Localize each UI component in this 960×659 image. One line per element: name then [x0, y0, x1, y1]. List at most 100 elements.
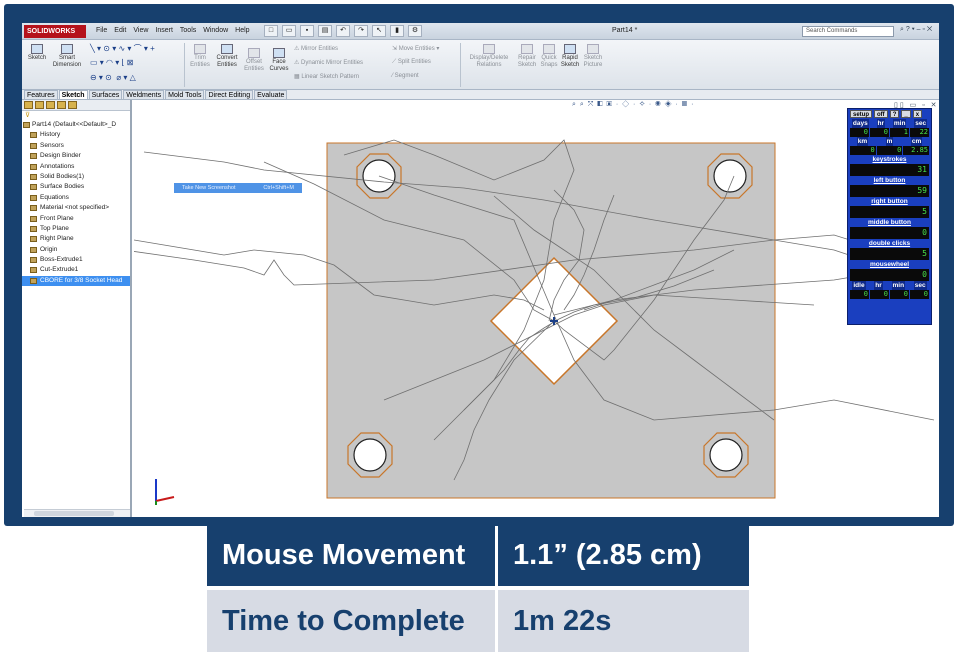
mirror-entities-button[interactable]: ⚠ Mirror Entities	[294, 45, 338, 52]
feature-tree-item[interactable]: History	[22, 130, 130, 140]
slot-tool[interactable]: ⊖ ▾ ⊙ ⌀ ▾ △	[90, 73, 136, 82]
save-icon[interactable]: ▪	[300, 25, 314, 37]
feature-icon	[30, 267, 37, 274]
redo-icon[interactable]: ↷	[354, 25, 368, 37]
search-commands-input[interactable]: Search Commands	[802, 26, 894, 37]
tab-sketch[interactable]: Sketch	[58, 90, 88, 99]
print-icon[interactable]: ▤	[318, 25, 332, 37]
help-button[interactable]: ?	[889, 110, 900, 118]
menu-edit[interactable]: Edit	[114, 27, 126, 34]
feature-tree-item[interactable]: Annotations	[22, 162, 130, 172]
tab-direct-editing[interactable]: Direct Editing	[205, 90, 254, 99]
feature-tree-item[interactable]: Surface Bodies	[22, 182, 130, 192]
face-curves-button[interactable]: Face Curves	[268, 48, 290, 73]
options-icon[interactable]: ⚙	[408, 25, 422, 37]
smart-dimension-button[interactable]: Smart Dimension	[52, 44, 82, 69]
help-icon[interactable]: ⌕ ? ▾ – ▫ ✕	[900, 26, 932, 34]
tab-features[interactable]: Features	[24, 90, 58, 99]
right-button-title: right button	[871, 198, 908, 205]
setup-button[interactable]: setup	[850, 110, 873, 118]
display-manager-tab-icon[interactable]	[68, 101, 77, 109]
feature-tree-item[interactable]: CBORE for 3/8 Socket Head	[22, 275, 130, 287]
split-entities-button[interactable]: ⟋ Split Entities	[392, 59, 431, 66]
trim-icon	[194, 44, 206, 54]
undo-icon[interactable]: ↶	[336, 25, 350, 37]
repair-icon	[521, 44, 533, 54]
graphics-area[interactable]: ⌕ ⌕ ⤧ ◧ ▣ · ◇ · ✧ · ◉ ◈ · ▦ · ▯▯ ▭ ▫ ✕	[134, 100, 939, 517]
menu-view[interactable]: View	[133, 27, 148, 34]
filter-icon[interactable]: ⊽	[22, 111, 130, 120]
feature-tree-item[interactable]: Sensors	[22, 141, 130, 151]
snaps-icon	[543, 44, 555, 54]
rapid-sketch-button[interactable]: Rapid Sketch	[560, 44, 580, 69]
select-icon[interactable]: ↖	[372, 25, 386, 37]
time-to-complete-label: Time to Complete	[207, 590, 495, 652]
rapid-sketch-icon	[564, 44, 576, 54]
feature-tree-item[interactable]: Origin	[22, 245, 130, 255]
linear-pattern-button[interactable]: ▦ Linear Sketch Pattern	[294, 73, 359, 80]
tab-weldments[interactable]: Weldments	[123, 90, 165, 99]
feature-manager-toolbar	[22, 100, 130, 111]
open-icon[interactable]: ▭	[282, 25, 296, 37]
feature-tree-item[interactable]: Part14 (Default<<Default>_D	[22, 120, 130, 130]
relations-icon	[483, 44, 495, 54]
rectangle-tool[interactable]: ▭ ▾ ◠ ▾ ⌊ ⊠	[90, 58, 134, 67]
repair-sketch-button[interactable]: Repair Sketch	[516, 44, 538, 69]
dynamic-mirror-button[interactable]: ⚠ Dynamic Mirror Entities	[294, 59, 363, 66]
quick-access-toolbar: □ ▭ ▪ ▤ ↶ ↷ ↖ ▮ ⚙	[264, 25, 422, 37]
view-orientation-triad	[155, 479, 175, 505]
mouse-movement-label: Mouse Movement	[207, 524, 495, 586]
feature-tree-item[interactable]: Design Binder	[22, 151, 130, 161]
tab-surfaces[interactable]: Surfaces	[88, 90, 123, 99]
display-delete-relations-button[interactable]: Display/Delete Relations	[464, 44, 514, 69]
segment-button[interactable]: ⁄ Segment	[392, 73, 419, 79]
feature-tree-label: Front Plane	[40, 214, 74, 222]
feature-tree-item[interactable]: Material <not specified>	[22, 203, 130, 213]
configuration-tab-icon[interactable]	[46, 101, 55, 109]
separator	[184, 43, 185, 87]
feature-tree-label: Annotations	[40, 162, 75, 170]
menu-help[interactable]: Help	[235, 27, 249, 34]
tab-mold-tools[interactable]: Mold Tools	[165, 90, 205, 99]
off-button[interactable]: off	[874, 110, 888, 118]
sketch-picture-button[interactable]: Sketch Picture	[582, 44, 604, 69]
close-button[interactable]: x	[912, 110, 923, 118]
property-manager-tab-icon[interactable]	[35, 101, 44, 109]
feature-tree-item[interactable]: Cut-Extrude1	[22, 265, 130, 275]
minimize-button[interactable]: _	[901, 110, 911, 118]
feature-tree-item[interactable]: Right Plane	[22, 234, 130, 244]
feature-icon	[30, 277, 37, 284]
convert-entities-button[interactable]: Convert Entities	[214, 44, 240, 69]
feature-tree-item[interactable]: Front Plane	[22, 214, 130, 224]
line-tool[interactable]: ╲ ▾ ⊙ ▾ ∿ ▾ ⌒ ▾ +	[90, 43, 155, 54]
menu-insert[interactable]: Insert	[155, 27, 173, 34]
trim-entities-button[interactable]: Trim Entities	[188, 44, 212, 69]
distance-values: 0 0 2.85	[848, 146, 931, 155]
command-manager: Sketch Smart Dimension ╲ ▾ ⊙ ▾ ∿ ▾ ⌒ ▾ +…	[22, 40, 939, 90]
take-screenshot-menu-item[interactable]: Take New Screenshot Ctrl+Shift+M	[174, 183, 302, 193]
menu-file[interactable]: File	[96, 27, 107, 34]
title-bar: SOLIDWORKS File Edit View Insert Tools W…	[22, 23, 939, 40]
feature-tree-item[interactable]: Solid Bodies(1)	[22, 172, 130, 182]
menu-tools[interactable]: Tools	[180, 27, 196, 34]
move-entities-button[interactable]: ⇲ Move Entities ▾	[392, 45, 439, 52]
dimxpert-tab-icon[interactable]	[57, 101, 66, 109]
feature-tree-item[interactable]: Equations	[22, 193, 130, 203]
tab-evaluate[interactable]: Evaluate	[254, 90, 288, 99]
menu-window[interactable]: Window	[203, 27, 228, 34]
feature-tree-item[interactable]: Top Plane	[22, 224, 130, 234]
quick-snaps-button[interactable]: Quick Snaps	[540, 44, 558, 69]
rebuild-icon[interactable]: ▮	[390, 25, 404, 37]
convert-icon	[221, 44, 233, 54]
horizontal-scrollbar[interactable]	[24, 509, 130, 517]
offset-entities-button[interactable]: Offset Entities	[242, 48, 266, 73]
feature-tree-label: Cut-Extrude1	[40, 266, 79, 274]
feature-icon	[23, 122, 30, 128]
feature-tree-tab-icon[interactable]	[24, 101, 33, 109]
feature-icon	[30, 184, 37, 191]
new-icon[interactable]: □	[264, 25, 278, 37]
distance-labels: km m cm	[856, 137, 923, 146]
sketch-button[interactable]: Sketch	[26, 44, 48, 62]
feature-tree-item[interactable]: Boss-Extrude1	[22, 255, 130, 265]
double-clicks-count: 5	[850, 248, 929, 260]
